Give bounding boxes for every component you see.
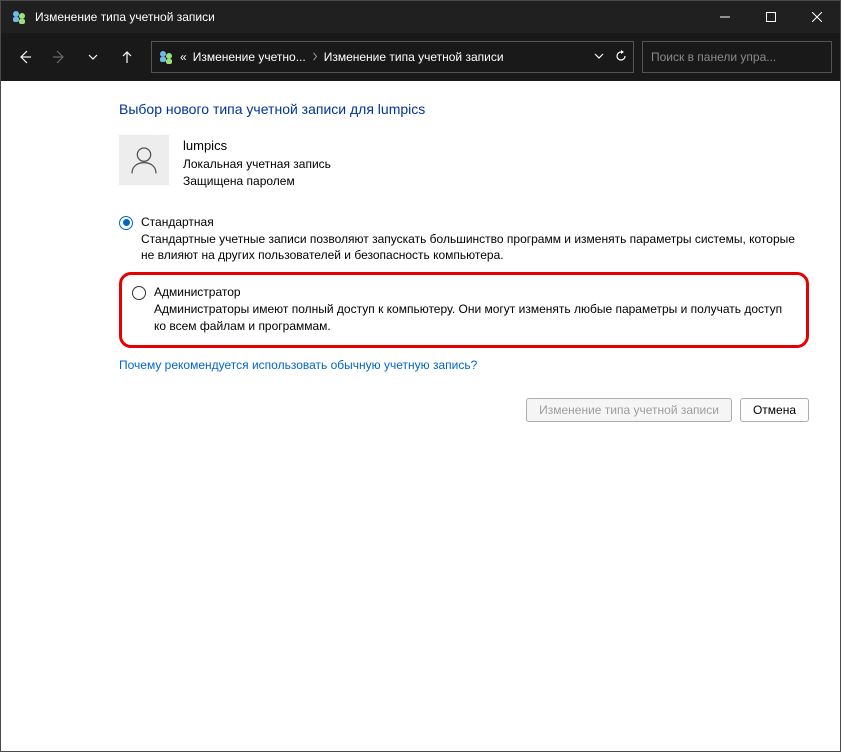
user-info: lumpics Локальная учетная запись Защищен…	[183, 135, 331, 191]
user-icon	[128, 144, 160, 176]
breadcrumb-icon	[158, 49, 174, 65]
option-admin[interactable]: Администратор Администраторы имеют полны…	[132, 283, 796, 337]
user-row: lumpics Локальная учетная запись Защищен…	[119, 135, 809, 191]
help-link[interactable]: Почему рекомендуется использовать обычну…	[119, 358, 477, 372]
avatar	[119, 135, 169, 185]
recent-locations-button[interactable]	[77, 41, 109, 73]
window-title: Изменение типа учетной записи	[35, 10, 702, 24]
change-type-button[interactable]: Изменение типа учетной записи	[526, 398, 732, 422]
chevron-right-icon	[312, 50, 318, 64]
breadcrumb-item-1[interactable]: Изменение учетно...	[193, 50, 306, 64]
account-type-options: Стандартная Стандартные учетные записи п…	[119, 213, 809, 348]
chevron-down-icon[interactable]	[593, 50, 605, 65]
option-standard[interactable]: Стандартная Стандартные учетные записи п…	[119, 213, 809, 267]
radio-standard[interactable]	[119, 216, 133, 230]
app-icon	[11, 9, 27, 25]
content-area: Выбор нового типа учетной записи для lum…	[1, 81, 840, 751]
search-box[interactable]	[642, 41, 832, 73]
option-admin-label: Администратор	[154, 285, 796, 299]
user-password-status: Защищена паролем	[183, 173, 331, 190]
user-name: lumpics	[183, 137, 331, 156]
breadcrumb-item-2[interactable]: Изменение типа учетной записи	[324, 50, 504, 64]
breadcrumb-prefix: «	[180, 50, 187, 64]
minimize-button[interactable]	[702, 1, 748, 33]
option-standard-label: Стандартная	[141, 215, 809, 229]
option-standard-desc: Стандартные учетные записи позволяют зап…	[141, 231, 809, 265]
highlight-admin-option: Администратор Администраторы имеют полны…	[119, 272, 809, 348]
navbar: « Изменение учетно... Изменение типа уче…	[1, 33, 840, 81]
refresh-button[interactable]	[615, 50, 627, 65]
cancel-button[interactable]: Отмена	[740, 398, 809, 422]
titlebar: Изменение типа учетной записи	[1, 1, 840, 33]
search-input[interactable]	[651, 50, 823, 64]
radio-admin[interactable]	[132, 286, 146, 300]
breadcrumb[interactable]: « Изменение учетно... Изменение типа уче…	[151, 41, 634, 73]
close-button[interactable]	[794, 1, 840, 33]
maximize-button[interactable]	[748, 1, 794, 33]
button-row: Изменение типа учетной записи Отмена	[119, 398, 809, 422]
forward-button[interactable]	[43, 41, 75, 73]
back-button[interactable]	[9, 41, 41, 73]
option-admin-desc: Администраторы имеют полный доступ к ком…	[154, 301, 796, 335]
window: Изменение типа учетной записи	[0, 0, 841, 752]
page-heading: Выбор нового типа учетной записи для lum…	[119, 101, 809, 117]
user-account-type: Локальная учетная запись	[183, 156, 331, 173]
system-buttons	[702, 1, 840, 33]
up-button[interactable]	[111, 41, 143, 73]
